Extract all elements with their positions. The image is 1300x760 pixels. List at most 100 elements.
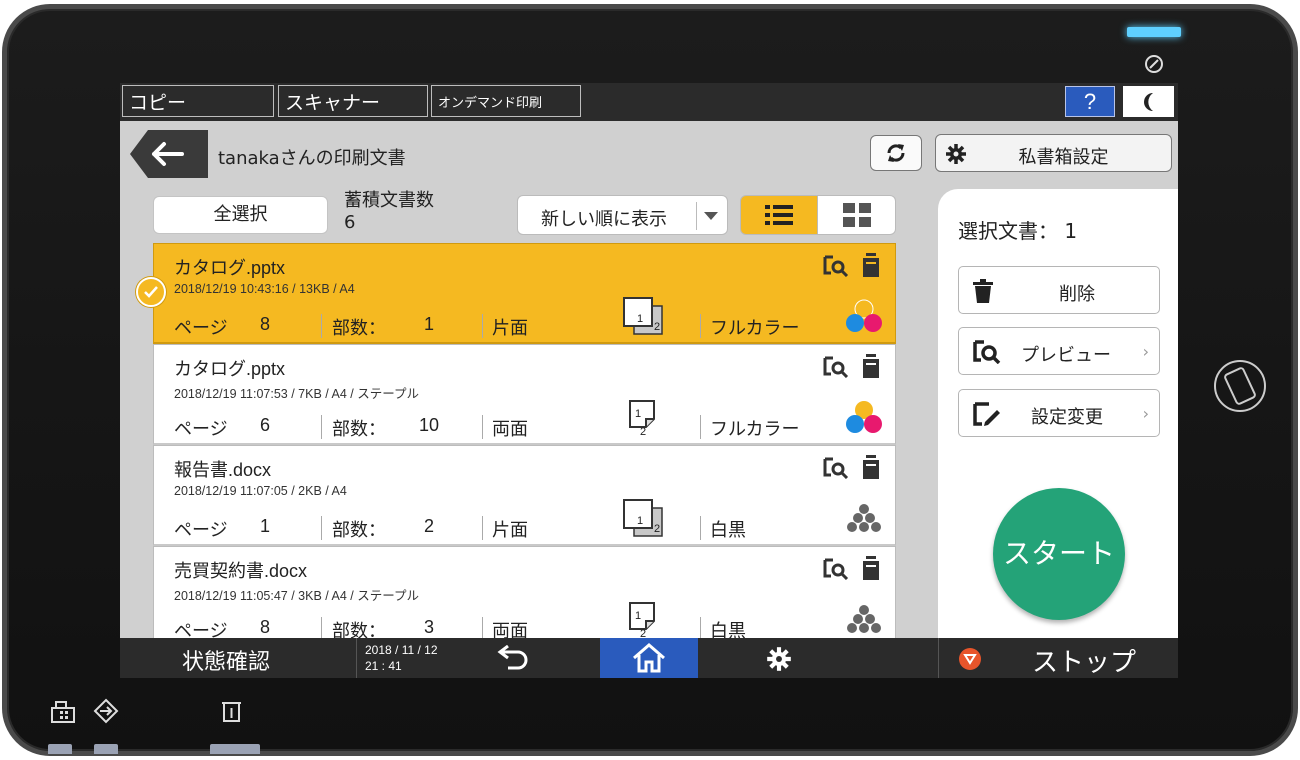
simplex-icon: 12 [623,499,663,537]
duplex-icon: 12 [629,602,655,638]
simplex-icon: 12 [623,297,663,335]
change-settings-label: 設定変更 [1031,407,1103,428]
divider [482,617,483,638]
svg-text:2: 2 [640,628,646,638]
selected-docs-label: 選択文書： [958,219,1058,243]
pages-value: 8 [260,314,271,334]
copies-label: 部数： [332,318,386,339]
grid-view-button[interactable] [818,195,896,235]
date-text: 2018 / 11 / 12 [365,643,438,657]
preview-icon[interactable] [823,558,849,580]
start-button[interactable]: スタート [993,488,1125,620]
preview-icon[interactable] [823,255,849,277]
datetime-display: 2018 / 11 / 12 21 : 41 [365,642,438,674]
page-title: tanakaさんの印刷文書 [218,148,406,169]
list-item[interactable]: カタログ.pptx 2018/12/19 11:07:53 / 7KB / A4… [153,344,896,445]
preview-icon[interactable] [823,356,849,378]
nfc-icon [1214,360,1266,412]
help-button[interactable]: ? [1065,86,1115,117]
document-meta: 2018/12/19 11:07:05 / 2KB / A4 [174,484,347,498]
document-list[interactable]: カタログ.pptx 2018/12/19 10:43:16 / 13KB / A… [153,243,896,638]
time-text: 21 : 41 [365,659,402,673]
preview-icon[interactable] [823,457,849,479]
pages-value: 6 [260,415,271,435]
copies-label: 部数： [332,520,386,541]
select-all-button[interactable]: 全選択 [153,196,328,234]
document-name: 報告書.docx [174,460,272,480]
svg-text:1: 1 [637,515,643,527]
duplex-icon: 12 [629,400,655,437]
stored-docs-count: 6 [344,212,356,233]
list-view-icon [765,205,793,225]
stop-button[interactable]: ストップ [1032,642,1136,678]
bottom-bar: 状態確認 2018 / 11 / 12 21 : 41 ストップ [120,638,1178,678]
status-check-button[interactable]: 状態確認 [182,644,270,676]
hw-led [94,744,118,754]
copies-value: 3 [423,617,434,637]
tab-scanner[interactable]: スキャナー [278,85,428,117]
trash-icon [973,279,993,303]
divider [482,415,483,439]
staple-icon [863,556,879,580]
copies-label: 部数： [332,419,386,440]
copies-value: 2 [423,516,434,536]
document-name: カタログ.pptx [174,359,286,379]
pages-value: 8 [260,617,271,637]
tab-on-demand-print[interactable]: オンデマンド印刷 [431,85,581,117]
login-icon [93,698,119,724]
home-icon [633,643,665,673]
divider [700,516,701,540]
svg-text:2: 2 [640,426,646,437]
sides-label: 片面 [492,318,528,339]
mailbox-settings-button[interactable]: 私書箱設定 [935,134,1172,172]
chevron-down-icon [704,212,718,220]
color-mode-label: フルカラー [710,318,800,339]
color-mode-label: フルカラー [710,419,800,440]
mono-icon [847,504,881,532]
delete-label: 削除 [1059,284,1095,305]
stop-icon[interactable] [958,647,982,671]
power-icon[interactable] [1143,53,1165,75]
copies-value: 1 [423,314,434,334]
full-color-icon [846,299,882,332]
grid-view-icon [842,203,871,227]
divider [700,617,701,638]
staple-icon [863,354,879,378]
change-settings-button[interactable]: 設定変更 › [958,389,1160,437]
back-button[interactable] [130,130,208,178]
moon-icon [1143,92,1153,111]
divider [321,516,322,540]
copies-value: 10 [418,415,440,435]
divider [321,314,322,338]
info-icon [222,702,241,722]
pages-label: ページ [174,318,228,339]
selected-check-icon [136,277,166,307]
fax-icon [51,701,75,723]
divider [938,638,939,678]
refresh-button[interactable] [870,135,922,171]
list-item[interactable]: カタログ.pptx 2018/12/19 10:43:16 / 13KB / A… [153,243,896,344]
gear-icon[interactable] [766,646,792,672]
divider [700,415,701,439]
return-icon[interactable] [496,645,532,671]
delete-button[interactable]: 削除 [958,266,1160,314]
sides-label: 両面 [492,621,528,638]
preview-label: プレビュー [1021,345,1111,366]
edit-icon [973,402,1000,426]
status-led [1127,27,1181,37]
list-item[interactable]: 売買契約書.docx 2018/12/19 11:05:47 / 3KB / A… [153,546,896,638]
preview-button[interactable]: プレビュー › [958,327,1160,375]
list-view-button[interactable] [740,195,818,235]
sort-dropdown[interactable]: 新しい順に表示 [517,195,728,235]
chevron-right-icon: › [1142,404,1149,423]
document-meta: 2018/12/19 11:07:53 / 7KB / A4 / ステープル [174,387,419,401]
divider [696,202,697,230]
staple-icon [863,455,879,479]
home-button[interactable] [600,638,698,678]
tab-copy[interactable]: コピー [122,85,274,117]
energy-saver-button[interactable] [1123,86,1174,117]
pages-label: ページ [174,621,228,638]
list-item[interactable]: 報告書.docx 2018/12/19 11:07:05 / 2KB / A4 … [153,445,896,546]
preview-icon [973,340,1001,364]
pages-value: 1 [260,516,271,536]
